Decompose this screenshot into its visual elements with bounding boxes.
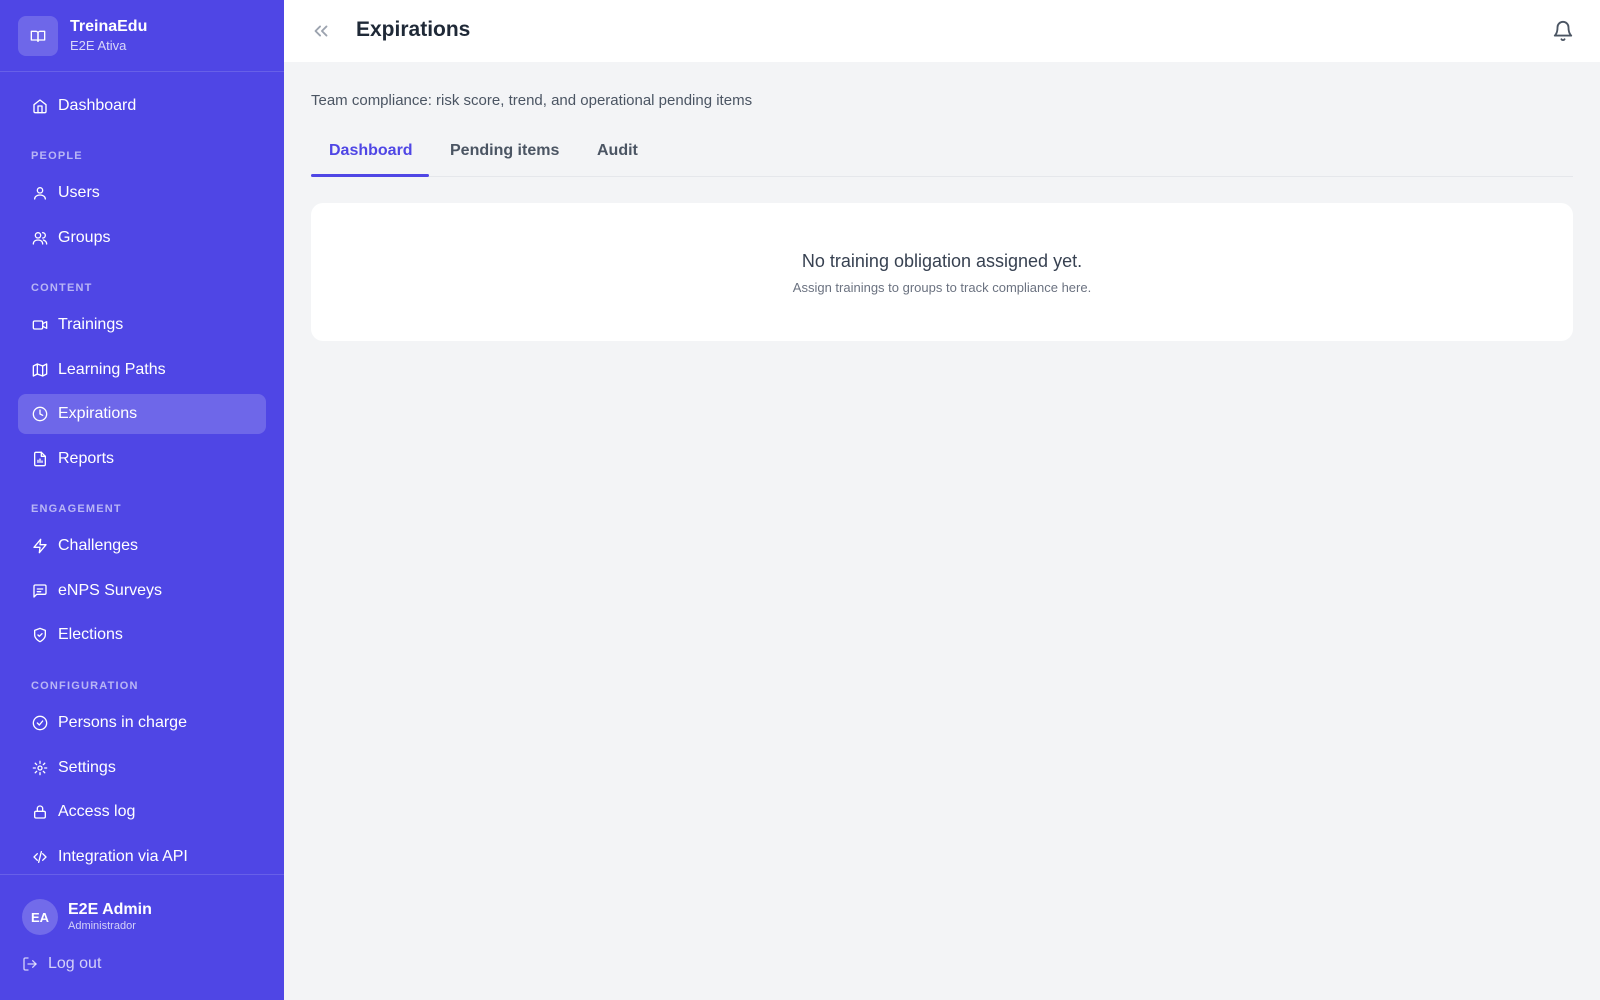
tab-audit[interactable]: Audit xyxy=(597,142,638,160)
logout-label: Log out xyxy=(48,955,102,972)
logout-button[interactable]: Log out xyxy=(22,955,101,973)
sidebar-item-expirations[interactable]: Expirations xyxy=(18,394,266,434)
sidebar-item-label: Users xyxy=(58,184,100,201)
sidebar-item-label: Integration via API xyxy=(58,848,188,865)
sidebar-item-challenges[interactable]: Challenges xyxy=(18,526,266,566)
brand-name: TreinaEdu xyxy=(70,18,148,35)
message-icon xyxy=(33,584,47,598)
user-name: E2E Admin xyxy=(68,901,152,918)
empty-state-title: No training obligation assigned yet. xyxy=(801,251,1083,271)
sidebar-item-dashboard[interactable]: Dashboard xyxy=(18,86,266,126)
active-tab-indicator xyxy=(311,174,429,177)
home-icon xyxy=(33,99,47,114)
clock-icon xyxy=(32,406,48,422)
sidebar-item-label: Settings xyxy=(58,759,116,776)
sidebar-item-settings[interactable]: Settings xyxy=(18,748,266,788)
sidebar-item-users[interactable]: Users xyxy=(18,173,266,213)
sidebar-footer: EA E2E Admin Administrador Log out xyxy=(0,874,284,972)
sidebar-item-elections[interactable]: Elections xyxy=(18,615,266,655)
file-chart-icon xyxy=(34,451,46,467)
sidebar-item-label: Challenges xyxy=(58,537,139,554)
sidebar-item-enps-surveys[interactable]: eNPS Surveys xyxy=(18,571,266,611)
map-icon xyxy=(32,363,48,377)
users-icon xyxy=(32,232,48,245)
avatar: EA xyxy=(22,899,58,935)
sidebar-item-label: Learning Paths xyxy=(58,361,166,378)
brand-subtitle: E2E Ativa xyxy=(70,38,127,53)
sidebar-item-label: Access log xyxy=(58,803,136,820)
sidebar-item-trainings[interactable]: Trainings xyxy=(18,305,266,345)
tabs: Dashboard Pending items Audit xyxy=(311,132,1573,177)
tab-pending-items[interactable]: Pending items xyxy=(450,142,559,160)
chevrons-left-icon[interactable] xyxy=(310,20,332,42)
sidebar-item-learning-paths[interactable]: Learning Paths xyxy=(18,350,266,390)
video-icon xyxy=(32,320,48,330)
sidebar-item-persons-in-charge[interactable]: Persons in charge xyxy=(18,703,266,743)
tab-dashboard[interactable]: Dashboard xyxy=(329,142,413,160)
sidebar: TreinaEdu E2E Ativa Dashboard PEOPLE Use… xyxy=(0,0,284,1000)
section-label-people: PEOPLE xyxy=(31,150,83,162)
check-circle-icon xyxy=(32,715,48,731)
user-role: Administrador xyxy=(68,920,136,932)
sidebar-item-access-log[interactable]: Access log xyxy=(18,792,266,832)
page-subtitle: Team compliance: risk score, trend, and … xyxy=(311,92,753,109)
user-profile[interactable]: EA E2E Admin Administrador xyxy=(22,899,152,935)
sidebar-item-label: Elections xyxy=(58,626,123,643)
code-icon xyxy=(33,851,47,863)
lock-icon xyxy=(34,805,46,819)
sidebar-item-groups[interactable]: Groups xyxy=(18,218,266,258)
section-label-configuration: CONFIGURATION xyxy=(31,680,139,692)
logout-icon xyxy=(23,957,37,971)
topbar: Expirations xyxy=(284,0,1600,62)
sidebar-item-label: Trainings xyxy=(58,316,124,333)
bell-icon[interactable] xyxy=(1552,20,1574,42)
page-title: Expirations xyxy=(356,18,471,41)
sidebar-item-label: Dashboard xyxy=(58,97,137,114)
sidebar-item-label: Reports xyxy=(58,450,115,467)
book-icon xyxy=(18,15,58,56)
sidebar-item-label: eNPS Surveys xyxy=(58,582,163,599)
gear-icon xyxy=(32,760,48,776)
brand: TreinaEdu E2E Ativa xyxy=(0,0,284,72)
zap-icon xyxy=(33,538,47,554)
shield-icon xyxy=(34,627,46,643)
section-label-content: CONTENT xyxy=(31,282,93,294)
sidebar-item-integration-api[interactable]: Integration via API xyxy=(18,837,266,877)
empty-state-message: Assign trainings to groups to track comp… xyxy=(792,280,1092,295)
empty-state-card: No training obligation assigned yet. Ass… xyxy=(311,203,1573,341)
sidebar-item-label: Groups xyxy=(58,229,111,246)
sidebar-item-label: Persons in charge xyxy=(58,714,187,731)
section-label-engagement: ENGAGEMENT xyxy=(31,503,122,515)
sidebar-item-reports[interactable]: Reports xyxy=(18,439,266,479)
user-icon xyxy=(34,187,46,200)
sidebar-item-label: Expirations xyxy=(58,405,138,422)
